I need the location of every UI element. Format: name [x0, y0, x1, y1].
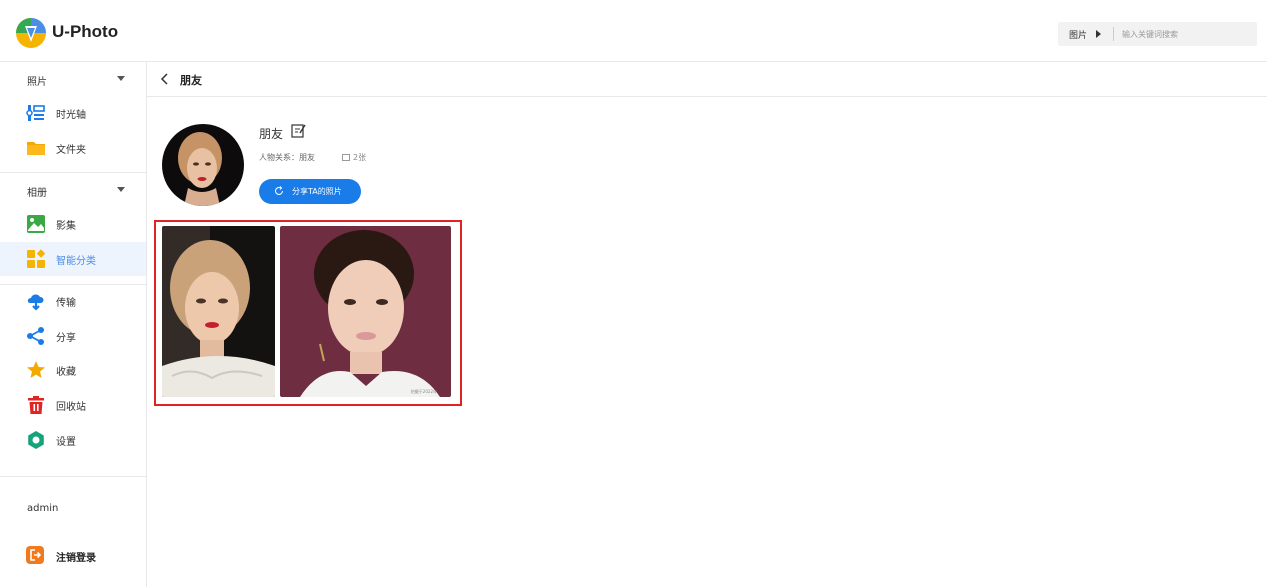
search-input[interactable]: [1122, 25, 1250, 43]
section-albums-label: 相册: [27, 188, 47, 199]
sidebar-item-label: 收藏: [56, 367, 76, 378]
sidebar-item-share[interactable]: 分享: [0, 319, 146, 353]
share-icon: [27, 327, 44, 345]
trash-icon: [28, 396, 44, 414]
sidebar-item-trash[interactable]: 回收站: [0, 388, 146, 422]
sidebar-item-label: 传输: [56, 298, 76, 309]
sidebar-item-label: 设置: [56, 437, 76, 448]
photo-blonde-woman-icon: [162, 226, 275, 397]
star-icon: [27, 361, 45, 378]
sidebar-item-album[interactable]: 影集: [0, 207, 146, 241]
photo-thumbnail[interactable]: [162, 226, 275, 397]
avatar[interactable]: [162, 124, 244, 206]
transfer-icon: [27, 294, 44, 311]
sidebar-item-favorites[interactable]: 收藏: [0, 353, 146, 387]
folder-icon: [27, 142, 45, 155]
search-category[interactable]: 图片: [1069, 28, 1087, 41]
sidebar-item-label: 时光轴: [56, 110, 86, 121]
caret-down-icon[interactable]: [117, 187, 125, 192]
photo-count-value: 2张: [353, 153, 367, 162]
share-refresh-icon: [275, 186, 283, 195]
photo-thumbnail[interactable]: 拍摄于2022年: [280, 226, 451, 397]
timeline-icon: [26, 105, 45, 121]
sidebar-item-label: 智能分类: [56, 256, 96, 267]
search-divider: [1113, 27, 1114, 41]
search-box[interactable]: 图片: [1058, 22, 1257, 46]
edit-icon[interactable]: [291, 123, 306, 138]
logout-button[interactable]: 注销登录: [0, 537, 146, 571]
sidebar-item-smart-category[interactable]: 智能分类: [0, 242, 146, 276]
section-photos-label: 照片: [27, 77, 47, 88]
photo-count: 2张: [342, 152, 366, 163]
caret-right-icon[interactable]: [1096, 30, 1101, 38]
page-title: 朋友: [180, 74, 202, 87]
logout-label: 注销登录: [56, 553, 96, 564]
sidebar-item-timeline[interactable]: 时光轴: [0, 96, 146, 130]
top-header: U-Photo 图片: [0, 0, 1267, 62]
sidebar-divider: [0, 476, 146, 477]
photo-count-icon: [342, 154, 350, 161]
smart-category-icon: [27, 249, 46, 268]
user-name: admin: [27, 503, 59, 514]
sidebar-item-label: 回收站: [56, 402, 86, 413]
section-albums[interactable]: 相册: [0, 173, 146, 207]
sidebar-item-label: 分享: [56, 333, 76, 344]
sidebar-item-settings[interactable]: 设置: [0, 423, 146, 457]
photo-watermark: 拍摄于2022年: [410, 389, 437, 394]
logout-icon: [26, 546, 44, 564]
avatar-portrait-icon: [162, 124, 244, 206]
photo-dark-hair-woman-icon: [280, 226, 451, 397]
section-photos[interactable]: 照片: [0, 62, 146, 96]
relation-label: 人物关系：朋友: [259, 153, 315, 162]
settings-icon: [28, 431, 44, 449]
app-logo-icon: [16, 18, 46, 48]
person-name: 朋友: [259, 127, 284, 141]
caret-down-icon[interactable]: [117, 76, 125, 81]
sidebar-item-label: 文件夹: [56, 145, 86, 156]
share-photos-label: 分享TA的照片: [292, 187, 342, 196]
sidebar-item-folder[interactable]: 文件夹: [0, 131, 146, 165]
sidebar: 照片 时光轴 文件夹 相册 影集 智能分类 传输 分享 收藏 回收站 设置 ad…: [0, 62, 147, 587]
chevron-left-icon[interactable]: [159, 73, 171, 85]
sidebar-item-label: 影集: [56, 221, 76, 232]
sidebar-item-transfer[interactable]: 传输: [0, 284, 146, 318]
album-icon: [27, 215, 45, 233]
share-photos-button[interactable]: 分享TA的照片: [259, 179, 361, 204]
app-title: U-Photo: [52, 22, 119, 41]
breadcrumb: 朋友: [147, 62, 1267, 97]
